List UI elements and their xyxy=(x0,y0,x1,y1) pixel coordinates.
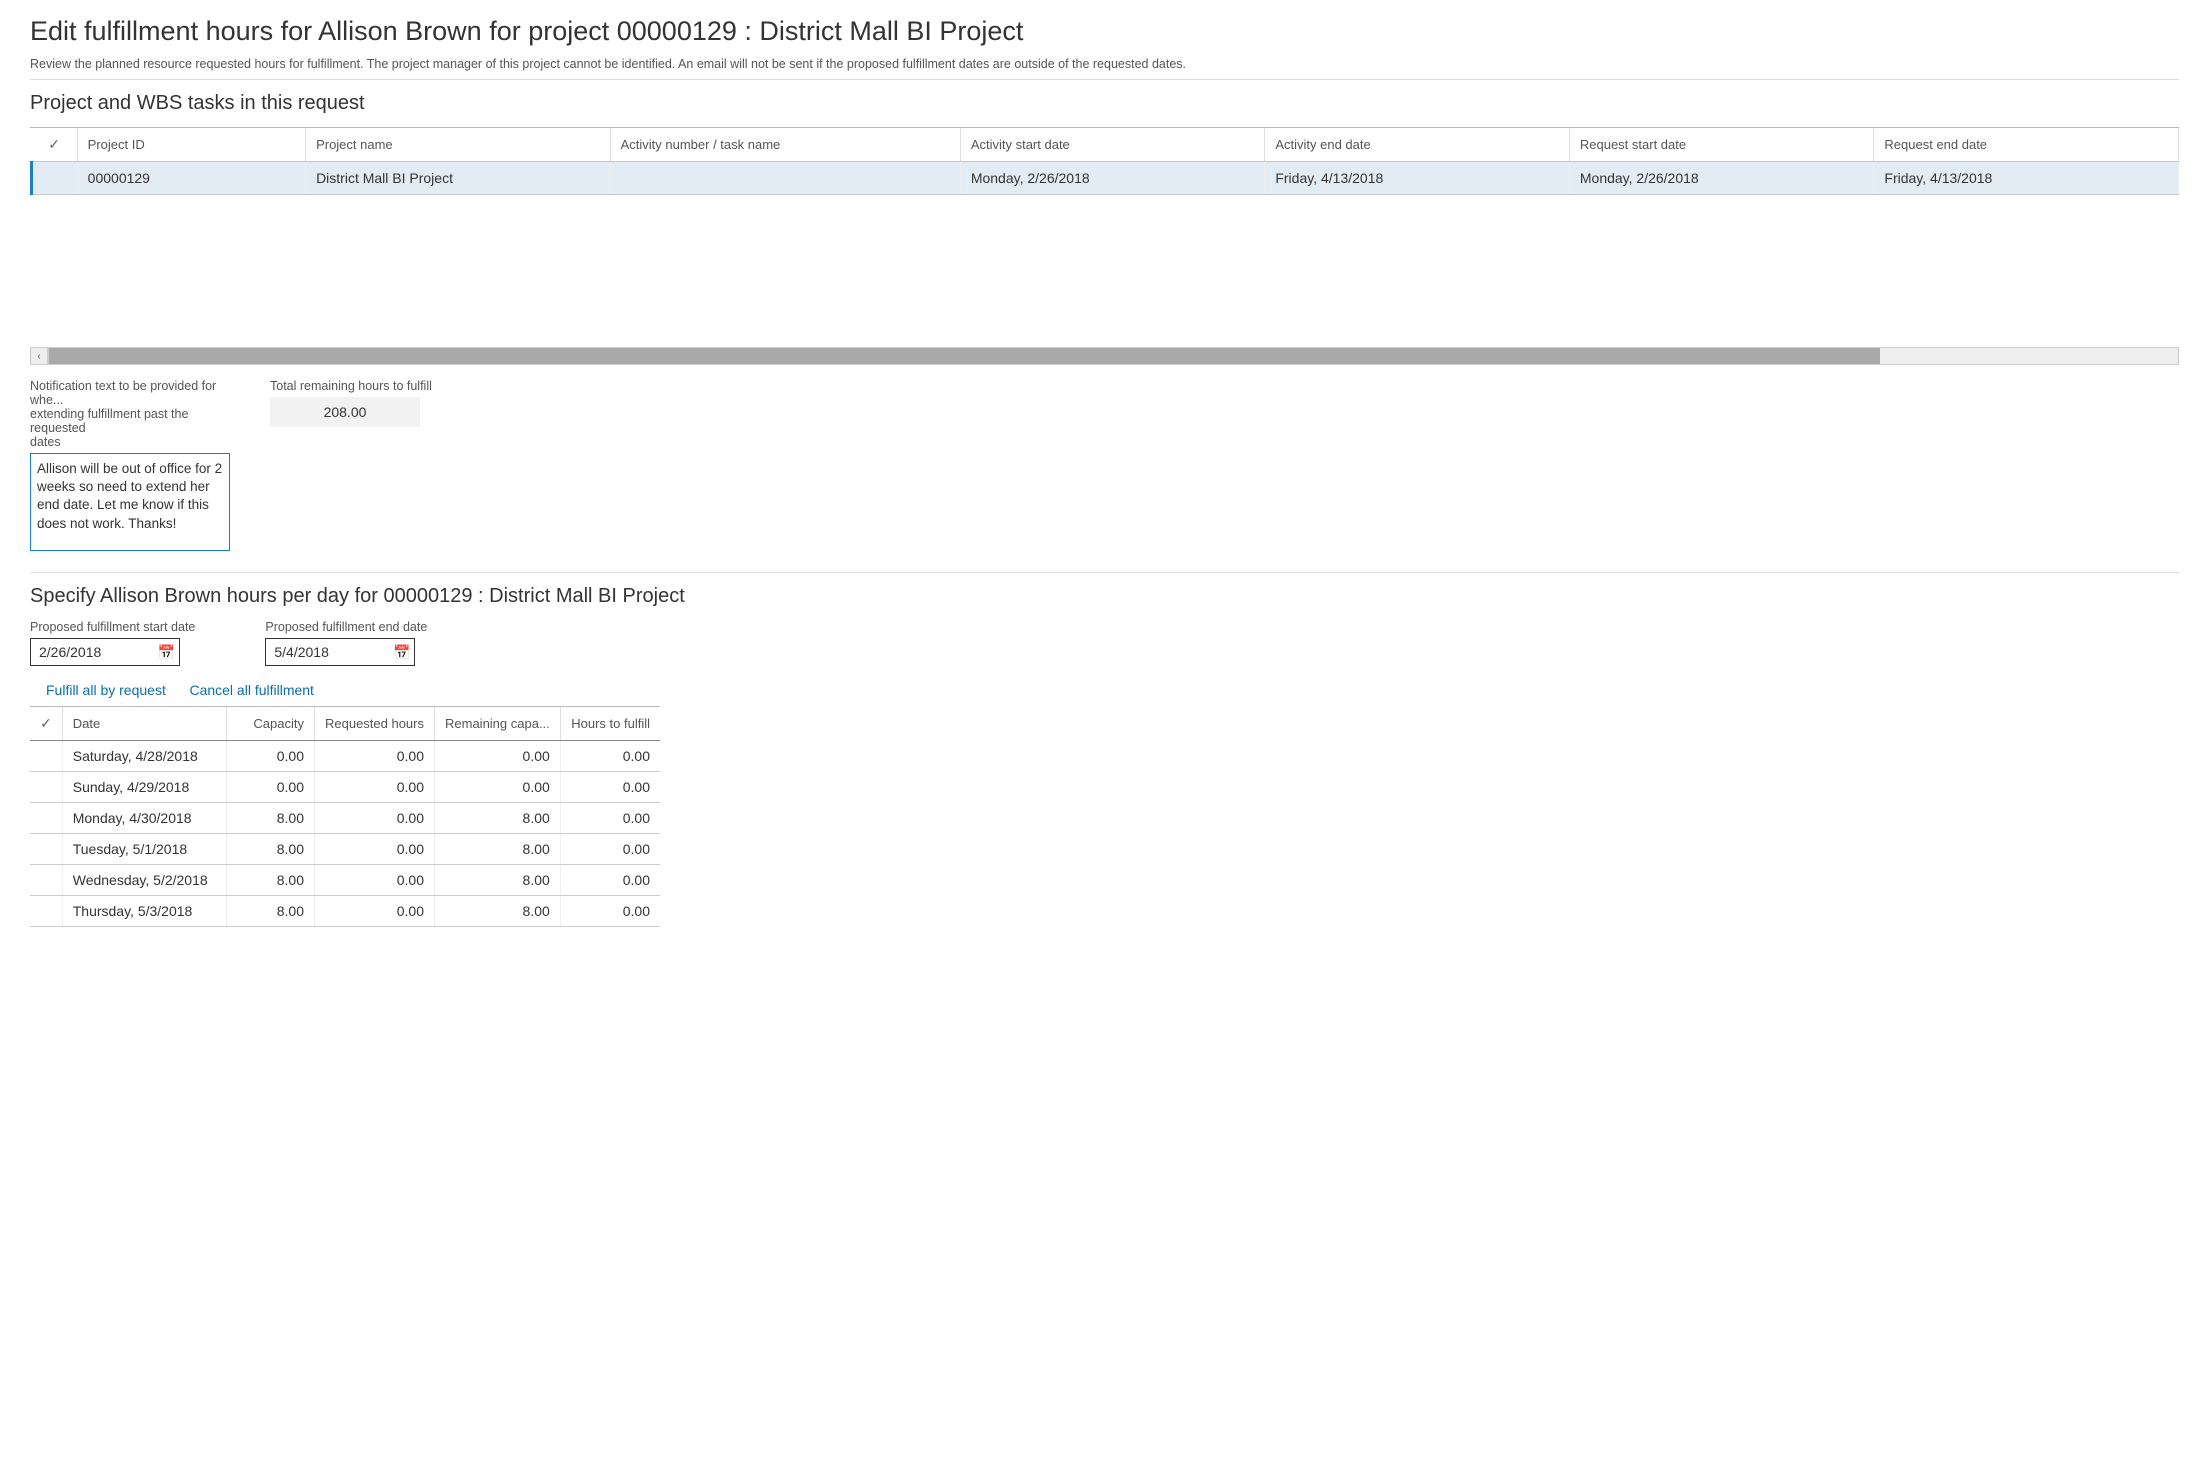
col-project-id[interactable]: Project ID xyxy=(77,128,305,162)
cell-request-start: Monday, 2/26/2018 xyxy=(1569,162,1874,195)
table-row[interactable]: 00000129 District Mall BI Project Monday… xyxy=(32,162,2179,195)
proposed-start-date-value: 2/26/2018 xyxy=(39,644,101,660)
cell-date: Saturday, 4/28/2018 xyxy=(62,741,226,772)
cell-capacity: 8.00 xyxy=(226,834,314,865)
cell-requested: 0.00 xyxy=(314,803,434,834)
col-date[interactable]: Date xyxy=(62,707,226,741)
row-selector[interactable] xyxy=(30,803,62,834)
cell-date: Sunday, 4/29/2018 xyxy=(62,772,226,803)
cell-activity-start: Monday, 2/26/2018 xyxy=(960,162,1265,195)
cell-capacity: 8.00 xyxy=(226,803,314,834)
col-request-end[interactable]: Request end date xyxy=(1874,128,2179,162)
proposed-start-date-input[interactable]: 2/26/2018 📅 xyxy=(30,638,180,666)
cell-date: Wednesday, 5/2/2018 xyxy=(62,865,226,896)
row-selector[interactable] xyxy=(30,865,62,896)
table-row[interactable]: Monday, 4/30/20188.000.008.000.00 xyxy=(30,803,660,834)
cell-capacity: 8.00 xyxy=(226,896,314,927)
cell-activity-task xyxy=(610,162,960,195)
hours-per-day-grid: ✓ Date Capacity Requested hours Remainin… xyxy=(30,706,660,927)
cell-hours-to-fulfill[interactable]: 0.00 xyxy=(560,865,660,896)
fulfill-all-by-request-link[interactable]: Fulfill all by request xyxy=(46,682,166,698)
cell-remaining: 8.00 xyxy=(435,803,561,834)
col-capacity[interactable]: Capacity xyxy=(226,707,314,741)
cell-capacity: 0.00 xyxy=(226,741,314,772)
row-selector[interactable] xyxy=(30,896,62,927)
row-selector[interactable] xyxy=(30,834,62,865)
col-remaining-capacity[interactable]: Remaining capa... xyxy=(435,707,561,741)
divider xyxy=(30,79,2179,80)
col-request-start[interactable]: Request start date xyxy=(1569,128,1874,162)
table-header-row: ✓ Date Capacity Requested hours Remainin… xyxy=(30,707,660,741)
row-selector[interactable] xyxy=(32,162,78,195)
project-wbs-grid: ✓ Project ID Project name Activity numbe… xyxy=(30,127,2179,365)
col-activity-end[interactable]: Activity end date xyxy=(1265,128,1570,162)
calendar-icon[interactable]: 📅 xyxy=(158,644,175,661)
table-row[interactable]: Tuesday, 5/1/20188.000.008.000.00 xyxy=(30,834,660,865)
cell-requested: 0.00 xyxy=(314,865,434,896)
scroll-left-icon[interactable]: ‹ xyxy=(30,347,48,365)
proposed-start-label: Proposed fulfillment start date xyxy=(30,620,195,634)
cell-requested: 0.00 xyxy=(314,834,434,865)
notification-textarea[interactable] xyxy=(30,453,230,551)
cell-hours-to-fulfill[interactable]: 0.00 xyxy=(560,834,660,865)
page-title: Edit fulfillment hours for Allison Brown… xyxy=(30,16,2179,47)
proposed-end-label: Proposed fulfillment end date xyxy=(265,620,427,634)
select-all-checkbox[interactable]: ✓ xyxy=(30,707,62,741)
cell-remaining: 8.00 xyxy=(435,865,561,896)
cell-date: Tuesday, 5/1/2018 xyxy=(62,834,226,865)
cell-remaining: 0.00 xyxy=(435,741,561,772)
calendar-icon[interactable]: 📅 xyxy=(393,644,410,661)
section-project-wbs-title: Project and WBS tasks in this request xyxy=(30,92,2179,115)
notification-label: Notification text to be provided for whe… xyxy=(30,379,230,449)
check-icon: ✓ xyxy=(40,715,52,731)
col-requested-hours[interactable]: Requested hours xyxy=(314,707,434,741)
page-description: Review the planned resource requested ho… xyxy=(30,57,2179,71)
table-row[interactable]: Wednesday, 5/2/20188.000.008.000.00 xyxy=(30,865,660,896)
cell-hours-to-fulfill[interactable]: 0.00 xyxy=(560,772,660,803)
proposed-end-date-input[interactable]: 5/4/2018 📅 xyxy=(265,638,415,666)
cell-project-id[interactable]: 00000129 xyxy=(77,162,305,195)
row-selector[interactable] xyxy=(30,772,62,803)
section-specify-hours-title: Specify Allison Brown hours per day for … xyxy=(30,585,2179,608)
col-activity-start[interactable]: Activity start date xyxy=(960,128,1265,162)
remaining-hours-label: Total remaining hours to fulfill xyxy=(270,379,432,393)
remaining-hours-value: 208.00 xyxy=(270,397,420,427)
cell-requested: 0.00 xyxy=(314,896,434,927)
table-row[interactable]: Sunday, 4/29/20180.000.000.000.00 xyxy=(30,772,660,803)
cell-activity-end: Friday, 4/13/2018 xyxy=(1265,162,1570,195)
cell-request-end: Friday, 4/13/2018 xyxy=(1874,162,2179,195)
select-all-checkbox[interactable]: ✓ xyxy=(32,128,78,162)
cancel-all-fulfillment-link[interactable]: Cancel all fulfillment xyxy=(189,682,314,698)
divider xyxy=(30,572,2179,573)
proposed-end-date-value: 5/4/2018 xyxy=(274,644,329,660)
cell-date: Thursday, 5/3/2018 xyxy=(62,896,226,927)
cell-requested: 0.00 xyxy=(314,741,434,772)
cell-hours-to-fulfill[interactable]: 0.00 xyxy=(560,803,660,834)
horizontal-scrollbar[interactable]: ‹ xyxy=(30,347,2179,365)
cell-remaining: 0.00 xyxy=(435,772,561,803)
cell-project-name: District Mall BI Project xyxy=(306,162,611,195)
col-hours-to-fulfill[interactable]: Hours to fulfill xyxy=(560,707,660,741)
cell-capacity: 0.00 xyxy=(226,772,314,803)
col-project-name[interactable]: Project name xyxy=(306,128,611,162)
cell-requested: 0.00 xyxy=(314,772,434,803)
cell-remaining: 8.00 xyxy=(435,834,561,865)
table-header-row: ✓ Project ID Project name Activity numbe… xyxy=(32,128,2179,162)
cell-capacity: 8.00 xyxy=(226,865,314,896)
cell-hours-to-fulfill[interactable]: 0.00 xyxy=(560,741,660,772)
cell-date: Monday, 4/30/2018 xyxy=(62,803,226,834)
cell-hours-to-fulfill[interactable]: 0.00 xyxy=(560,896,660,927)
table-row[interactable]: Thursday, 5/3/20188.000.008.000.00 xyxy=(30,896,660,927)
table-row[interactable]: Saturday, 4/28/20180.000.000.000.00 xyxy=(30,741,660,772)
row-selector[interactable] xyxy=(30,741,62,772)
col-activity-task[interactable]: Activity number / task name xyxy=(610,128,960,162)
check-icon: ✓ xyxy=(48,136,60,152)
cell-remaining: 8.00 xyxy=(435,896,561,927)
